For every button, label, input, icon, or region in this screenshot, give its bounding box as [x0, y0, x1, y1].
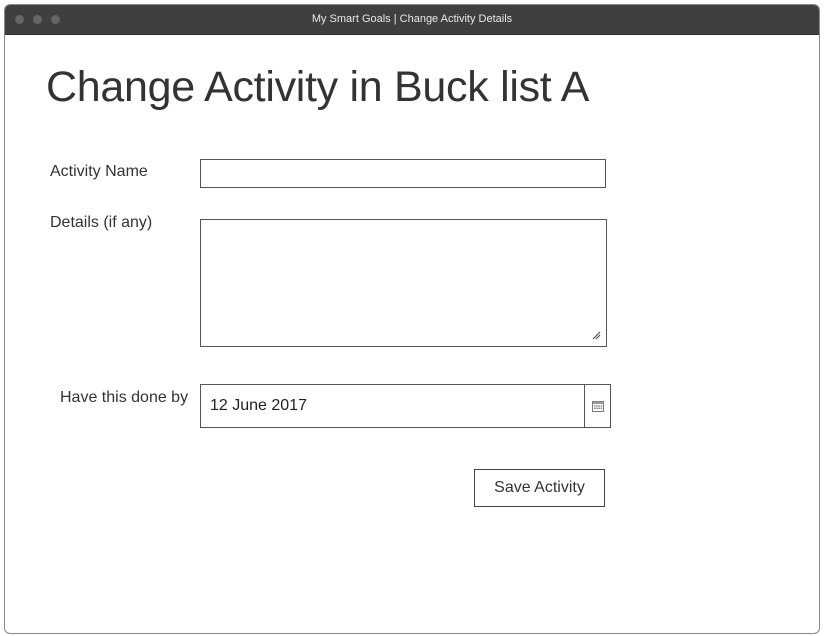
resize-grip-icon[interactable] [591, 330, 601, 340]
calendar-icon [591, 401, 604, 412]
page-title: Change Activity in Buck list A [46, 63, 590, 111]
save-activity-button[interactable]: Save Activity [474, 469, 605, 507]
app-window: My Smart Goals | Change Activity Details… [4, 4, 820, 634]
details-label: Details (if any) [50, 214, 153, 231]
due-date-label: Have this done by [60, 389, 189, 406]
activity-name-input[interactable] [200, 159, 606, 188]
due-date-value[interactable]: 12 June 2017 [210, 385, 307, 427]
title-bar: My Smart Goals | Change Activity Details [5, 5, 819, 35]
details-textarea[interactable] [200, 219, 607, 347]
due-date-picker[interactable]: 12 June 2017 [200, 384, 611, 428]
activity-name-label: Activity Name [50, 163, 148, 180]
calendar-button[interactable] [584, 385, 610, 427]
window-title: My Smart Goals | Change Activity Details [311, 13, 513, 25]
